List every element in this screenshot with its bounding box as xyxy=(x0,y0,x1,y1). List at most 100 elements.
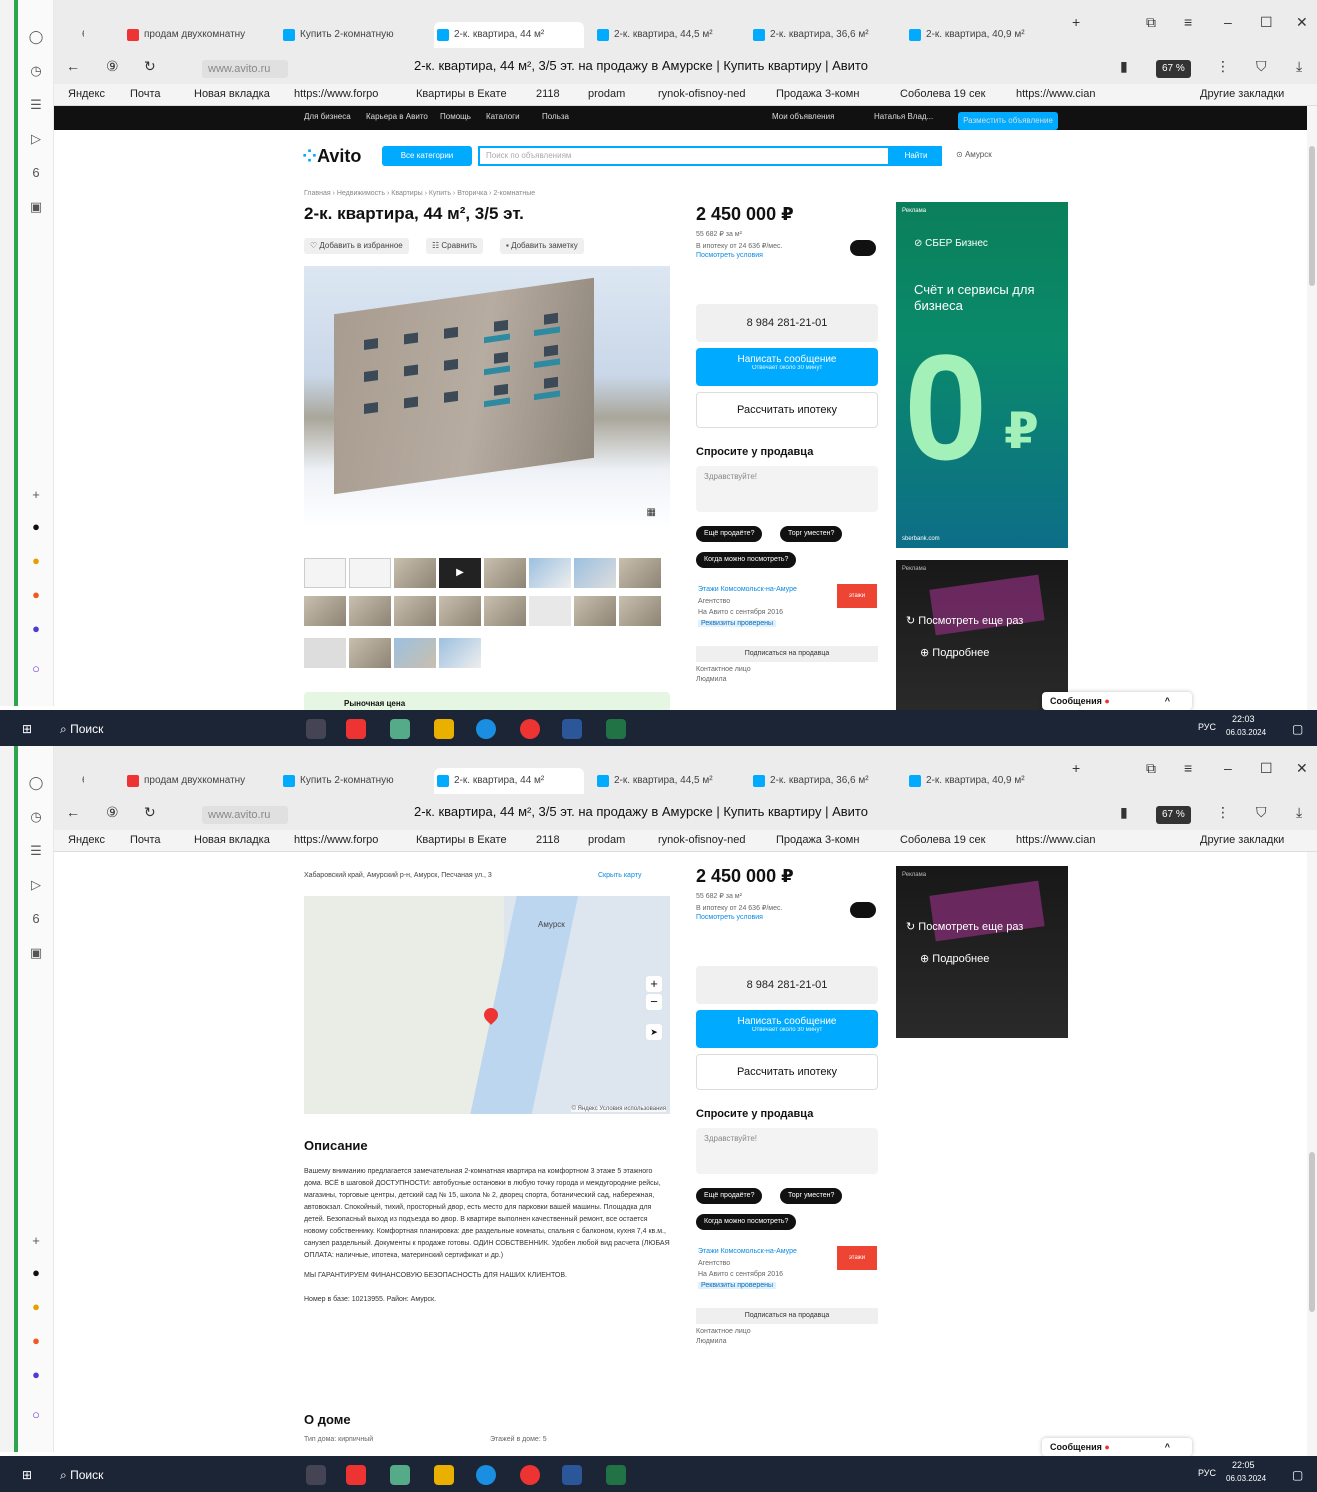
app-orange-icon[interactable]: ● xyxy=(27,1332,45,1350)
yandex-icon[interactable]: ⑨ xyxy=(106,804,119,821)
app-yellow-icon[interactable]: ● xyxy=(27,552,45,570)
yandex-icon[interactable] xyxy=(520,1465,540,1485)
thumbnail[interactable] xyxy=(529,596,571,626)
other-bookmarks[interactable]: Другие закладки xyxy=(1200,834,1284,846)
tab-active[interactable]: 2-к. квартира, 44 м² xyxy=(434,22,584,48)
zoom-out-icon[interactable]: − xyxy=(646,994,662,1010)
thumbnail[interactable] xyxy=(394,596,436,626)
yandex-browser-icon[interactable] xyxy=(346,1465,366,1485)
thumbnail[interactable] xyxy=(439,596,481,626)
thumbnail[interactable] xyxy=(439,638,481,668)
post-ad-button[interactable]: Разместить объявление xyxy=(958,112,1058,130)
thumbnail[interactable] xyxy=(529,558,571,588)
ask-seller-input[interactable]: Здравствуйте! xyxy=(696,1128,878,1174)
word-icon[interactable] xyxy=(562,719,582,739)
bookmark-item[interactable]: 2118 xyxy=(536,834,560,846)
clock-date[interactable]: 06.03.2024 xyxy=(1226,728,1266,737)
notifications-icon[interactable]: ▢ xyxy=(1292,1468,1303,1482)
url-field[interactable]: www.avito.ru xyxy=(202,806,288,824)
task-view-icon[interactable] xyxy=(306,1465,326,1485)
back-icon[interactable]: ← xyxy=(66,804,80,820)
thumbnail[interactable] xyxy=(484,558,526,588)
quick-question-chip[interactable]: Торг уместен? xyxy=(780,1188,843,1204)
tab-1[interactable]: продам двухкомнатну xyxy=(124,22,270,48)
dark-ad[interactable]: Реклама ↻ Посмотреть еще раз ⊕ Подробнее xyxy=(896,560,1068,710)
lang-indicator[interactable]: РУС xyxy=(1198,722,1216,732)
mortgage-link[interactable]: Посмотреть условия xyxy=(696,252,763,259)
topnav-link[interactable]: Каталоги xyxy=(486,112,520,121)
yandex-icon[interactable]: ⑨ xyxy=(106,58,119,75)
maximize-icon[interactable]: ☐ xyxy=(1260,14,1273,31)
topnav-link[interactable]: Польза xyxy=(542,112,569,121)
bookmark-item[interactable]: prodam xyxy=(588,88,625,100)
messages-pill[interactable]: Сообщения ● ^ xyxy=(1042,1438,1192,1456)
thumbnail[interactable] xyxy=(304,596,346,626)
bookmark-item[interactable]: rynok-ofisnoy-ned xyxy=(658,88,745,100)
more-icon[interactable]: ⋮ xyxy=(1216,804,1230,821)
excel-icon[interactable] xyxy=(606,1465,626,1485)
bookmark-item[interactable]: Новая вкладка xyxy=(194,834,270,846)
bookmark-item[interactable]: Соболева 19 сек xyxy=(900,834,985,846)
messages-pill[interactable]: Сообщения ● ^ xyxy=(1042,692,1192,710)
watch-again[interactable]: ↻ Посмотреть еще раз xyxy=(906,920,1023,933)
tab-counter[interactable]: 6 xyxy=(62,768,84,794)
more-icon[interactable]: ⋮ xyxy=(1216,58,1230,75)
phone-button[interactable]: 8 984 281-21-01 xyxy=(696,304,878,342)
profile-icon[interactable]: ◯ xyxy=(27,28,45,46)
protect-icon[interactable]: ⛉ xyxy=(1256,804,1267,821)
notes-icon[interactable]: ☰ xyxy=(27,96,45,114)
tab-1[interactable]: продам двухкомнатну xyxy=(124,768,270,794)
main-photo[interactable]: ▦ xyxy=(304,266,670,528)
search-input[interactable]: Поиск по объявлениям xyxy=(478,146,890,166)
other-bookmarks[interactable]: Другие закладки xyxy=(1200,88,1284,100)
tab-counter[interactable]: 6 xyxy=(62,22,84,48)
user-name[interactable]: Наталья Влад... xyxy=(874,112,933,121)
profile-icon[interactable]: ◯ xyxy=(27,774,45,792)
edge-icon[interactable] xyxy=(476,1465,496,1485)
edge-icon[interactable] xyxy=(476,719,496,739)
notes-icon[interactable]: ☰ xyxy=(27,842,45,860)
map[interactable]: Амурск + − ➤ © Яндекс Условия использова… xyxy=(304,896,670,1114)
sber-ad[interactable]: Реклама ⊘ СБЕР Бизнес Счёт и сервисы для… xyxy=(896,202,1068,548)
excel-icon[interactable] xyxy=(606,719,626,739)
gallery-icon[interactable]: ▦ xyxy=(647,507,656,518)
battery-badge[interactable]: 67 % xyxy=(1156,806,1191,824)
bookmark-item[interactable]: Квартиры в Екате xyxy=(416,88,507,100)
download-icon[interactable]: ⤓ xyxy=(1296,804,1302,821)
lang-indicator[interactable]: РУС xyxy=(1198,1468,1216,1478)
bookmark-item[interactable]: 2118 xyxy=(536,88,560,100)
thumbnail[interactable] xyxy=(349,596,391,626)
scrollbar[interactable] xyxy=(1307,106,1317,710)
message-button[interactable]: Написать сообщение Отвечает около 30 мину… xyxy=(696,1010,878,1048)
notifications-icon[interactable]: ▢ xyxy=(1292,722,1303,736)
play-icon[interactable]: ▷ xyxy=(27,130,45,148)
tab-manager-icon[interactable]: ⧉ xyxy=(1146,14,1156,31)
back-icon[interactable]: ← xyxy=(66,58,80,74)
history-icon[interactable]: ◷ xyxy=(27,808,45,826)
minimize-icon[interactable]: – xyxy=(1224,14,1232,30)
start-icon[interactable]: ⊞ xyxy=(22,722,32,736)
dark-ad[interactable]: Реклама ↻ Посмотреть еще раз ⊕ Подробнее xyxy=(896,866,1068,1038)
app-icon[interactable] xyxy=(390,719,410,739)
quick-question-chip[interactable]: Торг уместен? xyxy=(780,526,843,542)
breadcrumb[interactable]: Главная › Недвижимость › Квартиры › Купи… xyxy=(304,190,535,197)
tab-6[interactable]: 2-к. квартира, 40,9 м² xyxy=(906,768,1052,794)
start-icon[interactable]: ⊞ xyxy=(22,1468,32,1482)
tab-4[interactable]: 2-к. квартира, 44,5 м² xyxy=(594,22,740,48)
bookmark-item[interactable]: Продажа 3-комн xyxy=(776,834,859,846)
thumbnail[interactable] xyxy=(574,558,616,588)
tab-2[interactable]: Купить 2-комнатную xyxy=(280,768,426,794)
play-icon[interactable]: ▷ xyxy=(27,876,45,894)
protect-icon[interactable]: ⛉ xyxy=(1256,58,1267,75)
compare-button[interactable]: ☷ Сравнить xyxy=(426,238,484,254)
avito-logo[interactable]: ⁘Avito xyxy=(302,146,361,167)
note-button[interactable]: ▪ Добавить заметку xyxy=(500,238,584,254)
message-button[interactable]: Написать сообщение Отвечает около 30 мину… xyxy=(696,348,878,386)
app-black-icon[interactable]: ● xyxy=(27,1264,45,1282)
market-price-banner[interactable]: Рыночная цена xyxy=(304,692,670,710)
subscribe-button[interactable]: Подписаться на продавца xyxy=(696,1308,878,1324)
clock-time[interactable]: 22:05 xyxy=(1232,1460,1255,1470)
counter-icon[interactable]: 6 xyxy=(27,164,45,182)
app-black-icon[interactable]: ● xyxy=(27,518,45,536)
minimize-icon[interactable]: – xyxy=(1224,760,1232,776)
